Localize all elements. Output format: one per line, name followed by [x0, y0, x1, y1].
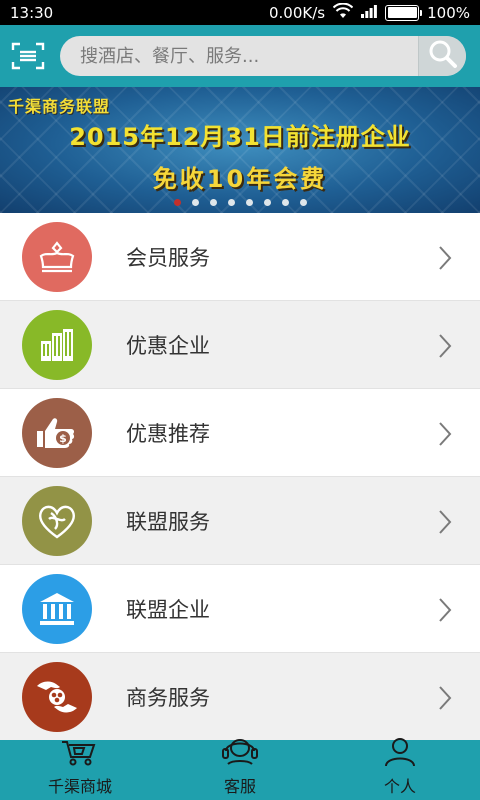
carousel-dot[interactable] [263, 199, 271, 206]
carousel-dot[interactable] [227, 199, 235, 206]
status-indicators: 0.00K/s 100% [269, 2, 470, 23]
carousel-dots [0, 199, 480, 206]
menu-item-label: 联盟企业 [126, 597, 210, 622]
header [0, 25, 480, 87]
menu-item-label: 联盟服务 [126, 509, 210, 534]
chevron-right-icon [438, 333, 452, 363]
person-icon [383, 737, 417, 771]
banner-subline: 免收10年会费 [152, 165, 328, 193]
carousel-dot-active[interactable] [173, 199, 181, 206]
nav-item[interactable]: 千渠商城 [0, 740, 160, 800]
menu-item-label: 优惠企业 [126, 333, 210, 358]
wifi-icon [332, 2, 354, 23]
headset-icon [220, 737, 260, 771]
chevron-right-icon [438, 597, 452, 627]
svg-text:$: $ [59, 432, 67, 445]
nav-item[interactable]: 个人 [320, 737, 480, 800]
menu-item-label: 商务服务 [126, 685, 210, 710]
search-box [60, 36, 466, 76]
nav-item-label: 个人 [383, 777, 416, 796]
carousel-dot[interactable] [209, 199, 217, 206]
menu-item[interactable]: 会员服务 [0, 213, 480, 301]
signal-icon [361, 4, 378, 22]
carousel-dot[interactable] [191, 199, 199, 206]
chevron-right-icon [438, 685, 452, 715]
menu-item[interactable]: $ 优惠推荐 [0, 389, 480, 477]
heart-icon [22, 485, 92, 556]
promo-banner[interactable]: 千渠商务联盟 2015年12月31日前注册企业 免收10年会费 [0, 87, 480, 213]
nav-item-label: 千渠商城 [47, 777, 112, 796]
menu-item[interactable]: 联盟服务 [0, 477, 480, 565]
crown-icon [22, 221, 92, 292]
nav-item-label: 客服 [223, 777, 256, 796]
bottom-nav: 千渠商城 客服 个人 [0, 737, 480, 800]
battery-percent: 100% [427, 3, 470, 22]
search-icon [428, 39, 458, 73]
cart-icon [60, 739, 100, 771]
search-input[interactable] [60, 36, 418, 76]
status-time: 13:30 [10, 3, 54, 22]
thumbs-up-money-icon: $ [22, 397, 92, 468]
bank-icon [22, 573, 92, 644]
menu-item-label: 优惠推荐 [126, 421, 210, 446]
carousel-dot[interactable] [245, 199, 253, 206]
chevron-right-icon [438, 245, 452, 275]
menu-item-label: 会员服务 [126, 245, 210, 270]
battery-icon [385, 4, 423, 21]
search-button[interactable] [418, 36, 466, 76]
service-menu-list: 会员服务优惠企业 $ 优惠推荐联盟服务联盟企业商务服务 [0, 213, 480, 741]
nav-item[interactable]: 客服 [160, 737, 320, 800]
menu-item[interactable]: 商务服务 [0, 653, 480, 741]
carousel-dot[interactable] [299, 199, 307, 206]
chevron-right-icon [438, 421, 452, 451]
banner-brand: 千渠商务联盟 [8, 97, 111, 116]
chevron-right-icon [438, 509, 452, 539]
status-bar: 13:30 0.00K/s 100% [0, 0, 480, 25]
scan-menu-icon[interactable] [10, 41, 46, 71]
building-icon [22, 309, 92, 380]
menu-item[interactable]: 联盟企业 [0, 565, 480, 653]
menu-item[interactable]: 优惠企业 [0, 301, 480, 389]
carousel-dot[interactable] [281, 199, 289, 206]
network-speed: 0.00K/s [269, 3, 326, 22]
hands-coin-icon [22, 661, 92, 732]
banner-headline: 2015年12月31日前注册企业 [69, 123, 411, 151]
